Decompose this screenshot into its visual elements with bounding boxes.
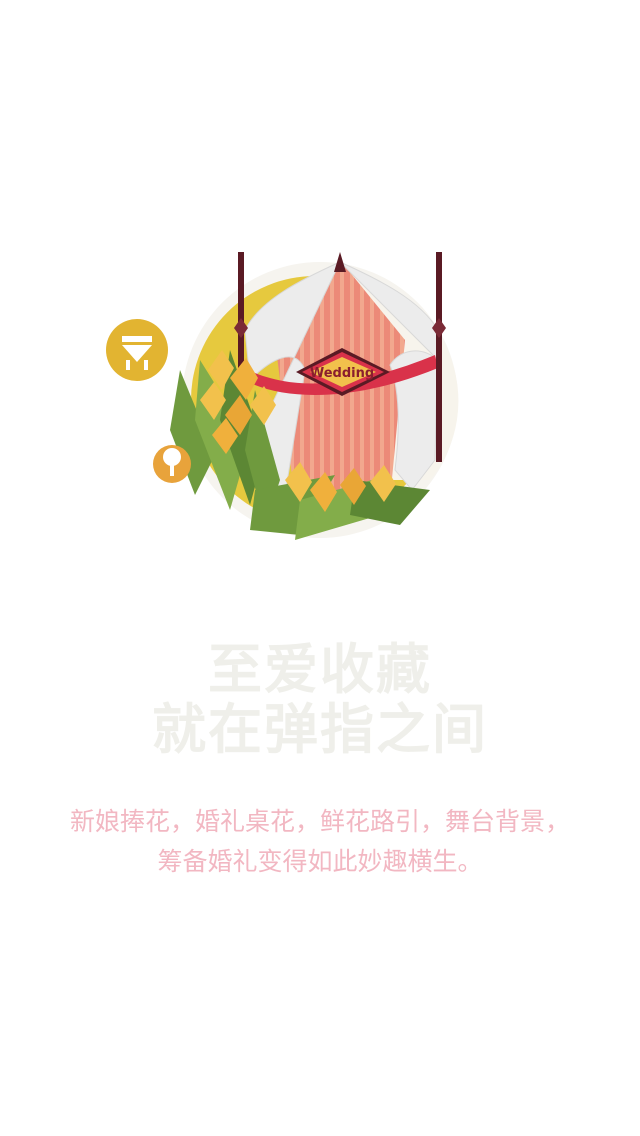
description-line-1: 新娘捧花，婚礼桌花，鲜花路引，舞台背景， xyxy=(69,807,570,836)
description-line-2: 筹备婚礼变得如此妙趣横生。 xyxy=(157,847,483,876)
pole-top-center xyxy=(334,252,346,272)
headline: 至爱收藏 就在弹指之间 xyxy=(0,640,640,760)
pole-right xyxy=(436,252,442,462)
wedding-illustration: Wedding xyxy=(106,252,459,540)
description: 新娘捧花，婚礼桌花，鲜花路引，舞台背景， 筹备婚礼变得如此妙趣横生。 xyxy=(30,802,610,882)
headline-line-2: 就在弹指之间 xyxy=(152,698,488,761)
wedding-banner-text: Wedding xyxy=(310,366,374,381)
headline-line-1: 至爱收藏 xyxy=(208,638,432,701)
decor-badge-icon xyxy=(106,319,168,381)
onboarding-screen: Wedding 至爱收藏 就在弹指之间 新娘捧花，婚礼桌花，鲜花路引，舞台背景，… xyxy=(0,0,640,1136)
tree-badge-icon xyxy=(153,445,191,483)
